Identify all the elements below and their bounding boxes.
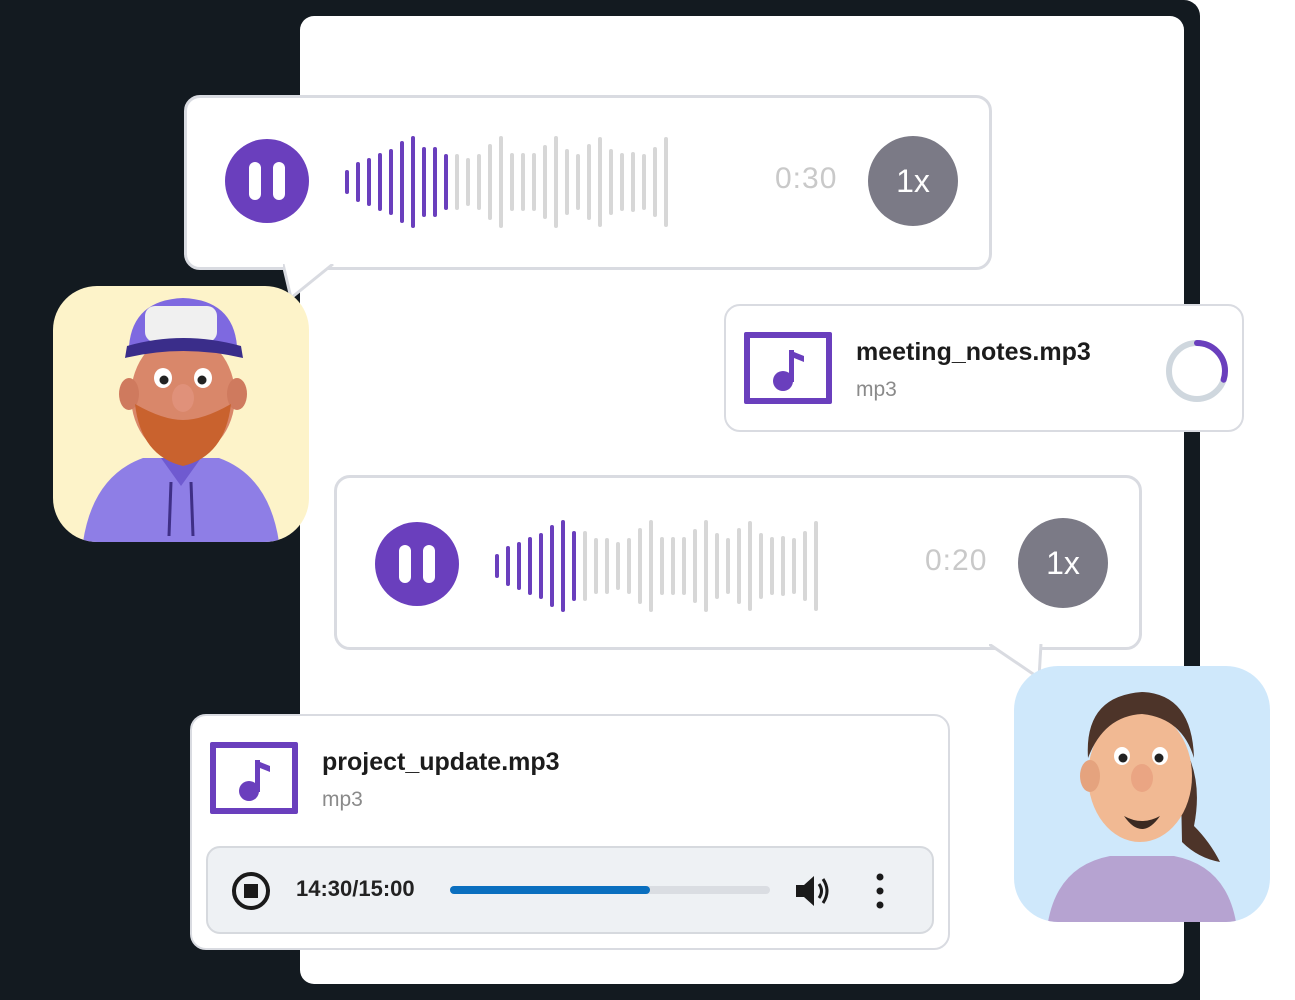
waveform-bar xyxy=(554,136,558,228)
waveform[interactable] xyxy=(345,136,668,228)
waveform-bar xyxy=(565,149,569,215)
waveform-bar xyxy=(561,520,565,612)
waveform-bar xyxy=(488,144,492,220)
waveform-bar xyxy=(653,147,657,217)
waveform-bar xyxy=(510,153,514,211)
waveform-bar xyxy=(609,149,613,215)
waveform-bar xyxy=(532,153,536,211)
voice-message-1: 0:30 1x xyxy=(184,95,992,301)
waveform-bar xyxy=(495,554,499,578)
playback-speed-button[interactable]: 1x xyxy=(1018,518,1108,608)
waveform-bar xyxy=(506,546,510,586)
waveform-bar xyxy=(521,153,525,211)
waveform-bar xyxy=(455,154,459,210)
waveform[interactable] xyxy=(495,520,818,612)
file-type: mp3 xyxy=(856,378,897,401)
waveform-bar xyxy=(389,149,393,215)
waveform-bar xyxy=(803,531,807,601)
waveform-bar xyxy=(770,537,774,595)
waveform-bar xyxy=(528,537,532,595)
voice-message-2: 0:20 1x xyxy=(334,475,1142,681)
waveform-bar xyxy=(792,538,796,594)
waveform-bar xyxy=(572,531,576,601)
waveform-bar xyxy=(726,538,730,594)
avatar-man-cap xyxy=(53,286,309,542)
waveform-bar xyxy=(543,145,547,219)
playback-time: 14:30/15:00 xyxy=(296,876,415,901)
duration-label: 0:20 xyxy=(925,544,988,577)
stop-icon[interactable] xyxy=(230,870,272,912)
waveform-bar xyxy=(715,533,719,599)
waveform-bar xyxy=(671,537,675,595)
playback-speed-button[interactable]: 1x xyxy=(868,136,958,226)
avatar-man-ponytail xyxy=(1014,666,1270,922)
more-vertical-icon[interactable] xyxy=(872,872,888,912)
waveform-bar xyxy=(576,154,580,210)
waveform-bar xyxy=(517,542,521,590)
waveform-bar xyxy=(631,152,635,212)
waveform-bar xyxy=(378,153,382,211)
audio-player: 14:30/15:00 xyxy=(206,846,934,934)
music-note-icon xyxy=(239,760,270,801)
waveform-bar xyxy=(660,537,664,595)
waveform-bar xyxy=(477,154,481,210)
seek-bar-fill xyxy=(450,886,650,894)
waveform-bar xyxy=(345,170,349,194)
waveform-bar xyxy=(422,147,426,217)
waveform-bar xyxy=(444,154,448,210)
waveform-bar xyxy=(356,162,360,202)
waveform-bar xyxy=(748,521,752,611)
waveform-bar xyxy=(539,533,543,599)
pause-button[interactable] xyxy=(225,139,309,223)
waveform-bar xyxy=(499,136,503,228)
file-name: meeting_notes.mp3 xyxy=(856,338,1091,366)
waveform-bar xyxy=(598,137,602,227)
pause-button[interactable] xyxy=(375,522,459,606)
waveform-bar xyxy=(466,158,470,206)
music-note-icon xyxy=(773,350,804,391)
waveform-bar xyxy=(583,531,587,601)
waveform-bar xyxy=(620,153,624,211)
waveform-bar xyxy=(649,520,653,612)
music-file-icon xyxy=(210,742,298,814)
waveform-bar xyxy=(642,154,646,210)
waveform-bar xyxy=(737,528,741,604)
waveform-bar xyxy=(682,537,686,595)
waveform-bar xyxy=(814,521,818,611)
waveform-bar xyxy=(616,542,620,590)
waveform-bar xyxy=(759,533,763,599)
duration-label: 0:30 xyxy=(775,162,838,195)
waveform-bar xyxy=(704,520,708,612)
waveform-bar xyxy=(638,528,642,604)
volume-icon[interactable] xyxy=(792,872,832,910)
file-name: project_update.mp3 xyxy=(322,748,560,776)
seek-bar[interactable] xyxy=(450,886,770,894)
waveform-bar xyxy=(627,538,631,594)
waveform-bar xyxy=(664,137,668,227)
waveform-bar xyxy=(411,136,415,228)
waveform-bar xyxy=(587,144,591,220)
waveform-bar xyxy=(781,536,785,596)
file-attachment-1[interactable]: meeting_notes.mp3 mp3 xyxy=(724,304,1244,432)
waveform-bar xyxy=(605,538,609,594)
waveform-bar xyxy=(693,529,697,603)
upload-progress-ring xyxy=(1166,340,1228,402)
music-file-icon xyxy=(744,332,832,404)
file-type: mp3 xyxy=(322,788,363,811)
waveform-bar xyxy=(433,147,437,217)
waveform-bar xyxy=(594,538,598,594)
waveform-bar xyxy=(400,141,404,223)
waveform-bar xyxy=(367,158,371,206)
waveform-bar xyxy=(550,525,554,607)
